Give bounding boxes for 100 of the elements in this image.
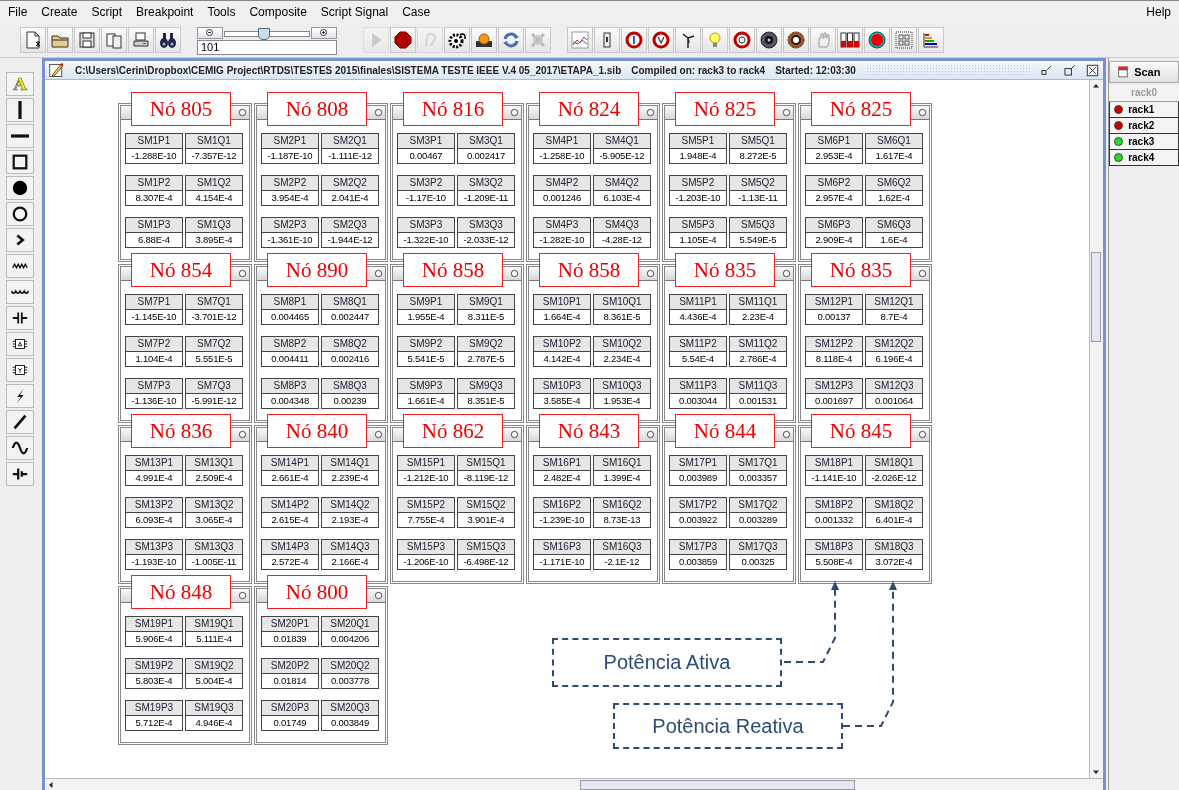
menu-item[interactable]: Create (39, 3, 80, 21)
meter-name: SM7P2 (124, 336, 183, 352)
meter-value: -1.203E-10 (668, 191, 727, 206)
menu-item[interactable]: Tools (205, 3, 238, 21)
meter-name: SM16Q3 (592, 539, 651, 555)
meter-name: SM17P1 (668, 455, 727, 471)
menu-item[interactable]: Script Signal (318, 3, 391, 21)
meter-name: SM16P2 (532, 497, 591, 513)
menu-item[interactable]: Case (400, 3, 433, 21)
meter-name: SM6Q3 (864, 217, 923, 233)
node-label: Nó 843 (538, 414, 639, 448)
meter-name: SM11Q2 (728, 336, 787, 352)
meter-name: SM2Q1 (320, 133, 379, 149)
meter-name: SM10Q1 (592, 294, 651, 310)
meter-name: SM5Q1 (728, 133, 787, 149)
meter-value: 7.755E-4 (396, 513, 455, 528)
node-label: Nó 858 (538, 253, 639, 287)
meter-value: 6.88E-4 (124, 233, 183, 248)
meter-value: 4.154E-4 (184, 191, 243, 206)
meter-name: SM8Q1 (320, 294, 379, 310)
meter-value: 2.509E-4 (184, 471, 243, 486)
meter-name: SM10Q2 (592, 336, 651, 352)
meter-value: 1.104E-4 (124, 352, 183, 367)
rack-item[interactable]: rack1 (1109, 102, 1179, 118)
rack-item[interactable]: rack3 (1109, 134, 1179, 150)
meter-name: SM9Q3 (456, 378, 515, 394)
meter-name: SM15P3 (396, 539, 455, 555)
meter-name: SM7Q3 (184, 378, 243, 394)
menu-item[interactable]: Composite (247, 3, 309, 21)
meter-value: 0.003778 (320, 674, 379, 689)
meter-value: 3.895E-4 (184, 233, 243, 248)
meter-name: SM15Q3 (456, 539, 515, 555)
zoom-field[interactable]: 101 (197, 39, 337, 55)
meter-value: 0.001697 (804, 394, 863, 409)
meter-name: SM17P3 (668, 539, 727, 555)
meter-name: SM5P2 (668, 175, 727, 191)
menu-item[interactable]: Script (89, 3, 125, 21)
meter-name: SM8P1 (260, 294, 319, 310)
meter-value: 8.307E-4 (124, 191, 183, 206)
meter-name: SM8P3 (260, 378, 319, 394)
meter-value: 3.065E-4 (184, 513, 243, 528)
meter-name: SM6P1 (804, 133, 863, 149)
meter-name: SM3P2 (396, 175, 455, 191)
meter-name: SM13P1 (124, 455, 183, 471)
meter-value: 8.361E-5 (592, 310, 651, 325)
meter-value: 0.001531 (728, 394, 787, 409)
meter-value: 2.23E-4 (728, 310, 787, 325)
meter-value: 2.166E-4 (320, 555, 379, 570)
menu-item[interactable]: Breakpoint (134, 3, 196, 21)
meter-value: -1.13E-11 (728, 191, 787, 206)
meter-value: 2.041E-4 (320, 191, 379, 206)
meter-value: 3.954E-4 (260, 191, 319, 206)
meter-value: -5.991E-12 (184, 394, 243, 409)
meter-name: SM7P1 (124, 294, 183, 310)
meter-value: -1.206E-10 (396, 555, 455, 570)
meter-name: SM4Q1 (592, 133, 651, 149)
meter-name: SM14Q2 (320, 497, 379, 513)
rack-label: rack1 (1128, 104, 1155, 115)
meter-value: -1.944E-12 (320, 233, 379, 248)
meter-value: -1.322E-10 (396, 233, 455, 248)
menu-item[interactable]: Help (1144, 3, 1173, 21)
rack-item[interactable]: rack4 (1109, 150, 1179, 166)
meter-name: SM18P1 (804, 455, 863, 471)
meter-name: SM14Q3 (320, 539, 379, 555)
node-label: Nó 825 (674, 92, 775, 126)
meter-name: SM3P1 (396, 133, 455, 149)
meter-value: 8.272E-5 (728, 149, 787, 164)
meter-name: SM6Q1 (864, 133, 923, 149)
meter-value: -1.282E-10 (532, 233, 591, 248)
meter-name: SM10P3 (532, 378, 591, 394)
meter-value: 8.7E-4 (864, 310, 923, 325)
meter-value: 5.906E-4 (124, 632, 183, 647)
meter-value: 0.003289 (728, 513, 787, 528)
meter-name: SM16Q2 (592, 497, 651, 513)
meter-value: 0.00467 (396, 149, 455, 164)
meter-value: 1.955E-4 (396, 310, 455, 325)
scan-button[interactable]: Scan (1109, 61, 1179, 83)
meter-name: SM8Q3 (320, 378, 379, 394)
meter-value: 0.003989 (668, 471, 727, 486)
meter-name: SM4Q2 (592, 175, 651, 191)
meter-value: 2.786E-4 (728, 352, 787, 367)
meter-value: 0.00325 (728, 555, 787, 570)
meter-value: 2.572E-4 (260, 555, 319, 570)
node-label: Nó 800 (266, 575, 367, 609)
meter-name: SM10P2 (532, 336, 591, 352)
meter-name: SM20Q2 (320, 658, 379, 674)
meter-name: SM19Q1 (184, 616, 243, 632)
meter-name: SM13P3 (124, 539, 183, 555)
meter-value: 5.508E-4 (804, 555, 863, 570)
meter-value: 5.549E-5 (728, 233, 787, 248)
meter-value: -1.258E-10 (532, 149, 591, 164)
rack-item[interactable]: rack2 (1109, 118, 1179, 134)
menu-item[interactable]: File (6, 3, 30, 21)
meter-value: 1.617E-4 (864, 149, 923, 164)
rack-label: rack3 (1128, 136, 1155, 147)
meter-name: SM14P1 (260, 455, 319, 471)
node-label: Nó 854 (130, 253, 231, 287)
meter-name: SM20Q1 (320, 616, 379, 632)
meter-value: 5.541E-5 (396, 352, 455, 367)
meter-name: SM2P3 (260, 217, 319, 233)
